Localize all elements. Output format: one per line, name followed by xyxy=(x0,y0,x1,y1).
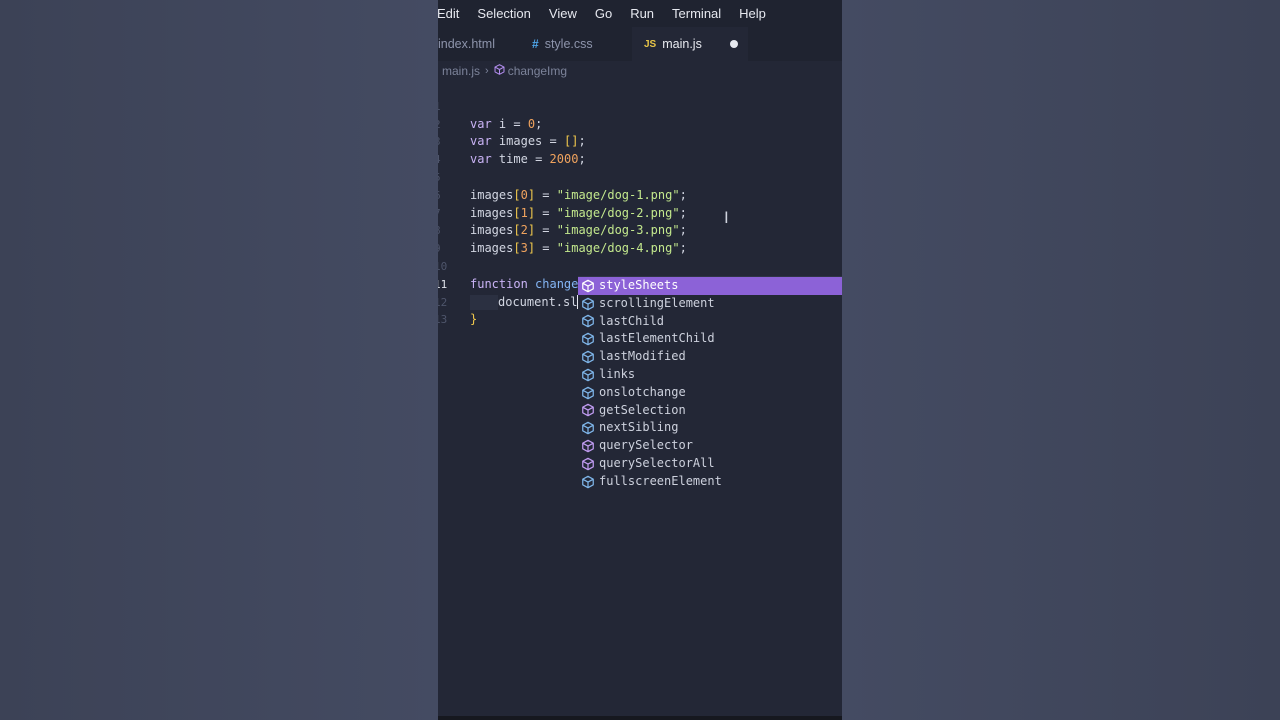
js-file-icon: JS xyxy=(644,38,657,50)
code-line-current: 11 document.sl xyxy=(438,258,842,310)
property-cube-icon xyxy=(581,386,595,400)
suggestion-item[interactable]: links xyxy=(578,366,842,384)
breadcrumb-file[interactable]: main.js xyxy=(442,64,480,78)
suggestion-label: getSelection xyxy=(599,402,686,417)
line-number: 13 xyxy=(438,313,448,327)
suggestion-label: links xyxy=(599,366,636,381)
menu-terminal[interactable]: Terminal xyxy=(672,6,721,21)
code-line: 9 xyxy=(438,222,842,255)
suggestion-label: querySelector xyxy=(599,438,693,453)
property-cube-icon xyxy=(581,421,595,435)
suggestion-label: fullscreenElement xyxy=(599,473,722,488)
autocomplete-suggestions: styleSheets scrollingElement lastChild last… xyxy=(578,276,842,491)
code-line: 10 function changeImg() { xyxy=(438,240,842,291)
tab-main-js[interactable]: JS main.js xyxy=(632,27,748,61)
property-cube-icon xyxy=(581,314,595,328)
text-cursor-ibeam-icon: I xyxy=(724,208,729,227)
method-cube-icon xyxy=(581,403,595,417)
property-cube-icon xyxy=(581,297,595,311)
tab-bar: index.html # style.css JS main.js xyxy=(438,27,842,61)
method-cube-icon xyxy=(581,439,595,453)
suggestion-label: lastElementChild xyxy=(599,331,715,346)
css-file-icon: # xyxy=(532,37,539,51)
property-cube-icon xyxy=(581,475,595,489)
code-line: 3 var time = 2000; xyxy=(438,116,842,166)
background-right xyxy=(842,0,1280,720)
tab-label: index.html xyxy=(438,37,495,51)
function-cube-icon xyxy=(494,64,505,78)
menu-view[interactable]: View xyxy=(549,6,577,21)
code-line: 4 xyxy=(438,133,842,166)
unsaved-dot-icon[interactable] xyxy=(730,40,738,48)
chevron-right-icon: › xyxy=(485,65,489,77)
suggestion-item[interactable]: onslotchange xyxy=(578,384,842,402)
suggestion-item[interactable]: lastElementChild xyxy=(578,330,842,348)
property-cube-icon xyxy=(581,279,595,293)
suggestion-item[interactable]: fullscreenElement xyxy=(578,473,842,491)
suggestion-item[interactable]: querySelector xyxy=(578,437,842,455)
editor-bottom-edge xyxy=(438,716,842,720)
menu-selection[interactable]: Selection xyxy=(477,6,530,21)
tab-label: main.js xyxy=(662,37,702,51)
suggestion-item[interactable]: styleSheets xyxy=(578,277,842,295)
code-line: 5 images[0] = "image/dog-1.png"; xyxy=(438,151,842,202)
suggestion-label: querySelectorAll xyxy=(599,455,715,470)
suggestion-label: nextSibling xyxy=(599,420,679,435)
menu-run[interactable]: Run xyxy=(630,6,654,21)
suggestion-item[interactable]: scrollingElement xyxy=(578,295,842,313)
suggestion-item[interactable]: getSelection xyxy=(578,402,842,420)
background-left xyxy=(0,0,438,720)
suggestion-label: scrollingElement xyxy=(599,295,715,310)
suggestion-label: lastChild xyxy=(599,313,665,328)
method-cube-icon xyxy=(581,457,595,471)
suggestion-label: styleSheets xyxy=(599,278,679,292)
suggestion-item[interactable]: querySelectorAll xyxy=(578,455,842,473)
suggestion-item[interactable]: nextSibling xyxy=(578,419,842,437)
tab-label: style.css xyxy=(544,37,593,51)
property-cube-icon xyxy=(581,332,595,346)
suggestion-item[interactable]: lastModified xyxy=(578,348,842,366)
tab-index-html[interactable]: index.html xyxy=(438,27,518,61)
menu-edit[interactable]: Edit xyxy=(438,6,459,21)
property-cube-icon xyxy=(581,368,595,382)
breadcrumb-symbol[interactable]: changeImg xyxy=(508,64,567,78)
breadcrumb: main.js › changeImg xyxy=(442,62,567,80)
menu-bar: Edit Selection View Go Run Terminal Help xyxy=(438,0,842,27)
suggestion-label: onslotchange xyxy=(599,384,686,399)
code-line: 8 images[3] = "image/dog-4.png"; xyxy=(438,205,842,255)
code-line: 1 var i = 0; xyxy=(438,80,842,131)
code-line: 6 images[1] = "image/dog-2.png"; xyxy=(438,169,842,220)
property-cube-icon xyxy=(581,350,595,364)
menu-go[interactable]: Go xyxy=(595,6,612,21)
menu-help[interactable]: Help xyxy=(739,6,766,21)
suggestion-item[interactable]: lastChild xyxy=(578,313,842,331)
code-line: 7 images[2] = "image/dog-3.png"; xyxy=(438,187,842,238)
suggestion-label: lastModified xyxy=(599,349,686,364)
code-line: 2 var images = []; xyxy=(438,98,842,149)
tab-style-css[interactable]: # style.css xyxy=(532,27,628,61)
